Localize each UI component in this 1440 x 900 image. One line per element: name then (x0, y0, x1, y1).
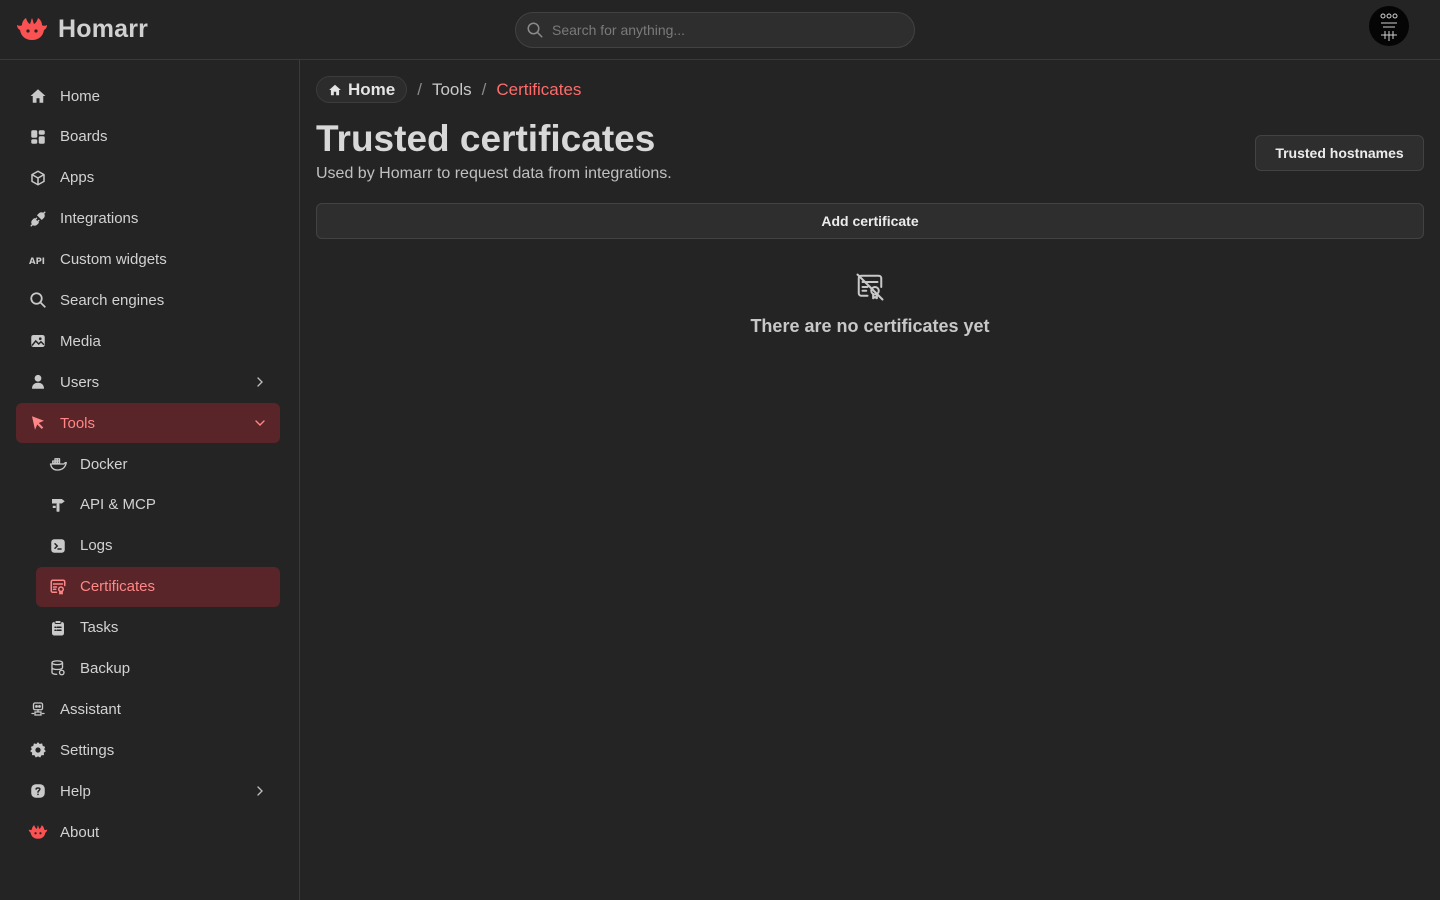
sidebar-item-label: Custom widgets (60, 251, 167, 269)
sidebar-item-label: Backup (80, 659, 131, 677)
sidebar-item-label: Home (60, 87, 101, 105)
pointer-icon (28, 413, 48, 433)
add-certificate-button[interactable]: Add certificate (316, 203, 1424, 239)
breadcrumb: Home / Tools / Certificates (316, 76, 581, 103)
empty-state-text: There are no certificates yet (750, 316, 990, 336)
chevron-right-icon (252, 374, 268, 390)
sidebar-item-label: Assistant (60, 700, 121, 718)
gear-icon (28, 740, 48, 760)
chevron-down-icon (252, 415, 268, 431)
box-icon (28, 168, 48, 188)
breadcrumb-separator: / (417, 79, 422, 99)
breadcrumb-home[interactable]: Home (316, 76, 408, 103)
sidebar-item-label: Apps (60, 169, 95, 187)
home-icon (28, 86, 48, 106)
sidebar-item-label: Certificates (80, 578, 156, 596)
search-icon (526, 21, 544, 39)
sidebar-item-label: About (60, 823, 100, 841)
sidebar-item-users[interactable]: Users (16, 362, 280, 402)
sidebar-item-label: Help (60, 782, 91, 800)
svg-text:API: API (29, 257, 45, 266)
sidebar-item-label: Integrations (60, 210, 139, 228)
api-hammer-icon (48, 495, 68, 515)
sidebar-item-label: Tools (60, 414, 96, 432)
breadcrumb-separator: / (481, 79, 487, 99)
sidebar-item-apps[interactable]: Apps (16, 158, 280, 198)
app-header: Homarr (0, 0, 1440, 60)
sidebar-item-about[interactable]: About (16, 812, 280, 852)
terminal-icon (48, 536, 68, 556)
sidebar-item-certificates[interactable]: Certificates (36, 566, 280, 607)
sidebar-item-tasks[interactable]: Tasks (36, 608, 280, 648)
plug-connected-icon (28, 209, 48, 229)
trusted-hostnames-button[interactable]: Trusted hostnames (1255, 135, 1424, 171)
sidebar-item-label: Boards (60, 128, 108, 146)
sidebar-item-label: Search engines (60, 291, 165, 309)
layout-dashboard-icon (28, 127, 48, 147)
brand-name: Homarr (58, 14, 149, 43)
chevron-right-icon (252, 783, 268, 799)
main-content: Home / Tools / Certificates Trusted cert… (300, 60, 1440, 900)
breadcrumb-tools[interactable]: Tools (432, 80, 472, 100)
photo-icon (28, 331, 48, 351)
avatar[interactable] (1369, 6, 1409, 46)
question-icon (28, 781, 48, 801)
sidebar-item-custom-widgets[interactable]: API Custom widgets (16, 240, 280, 280)
sidebar-item-docker[interactable]: Docker (36, 444, 280, 484)
breadcrumb-current: Certificates (496, 79, 582, 99)
robot-icon (28, 699, 48, 719)
page-title: Trusted certificates (316, 118, 656, 159)
search-icon (28, 290, 48, 310)
clipboard-list-icon (48, 618, 68, 638)
homarr-logo-icon (28, 822, 48, 842)
search-bar[interactable] (515, 12, 915, 48)
sidebar-item-label: Logs (80, 537, 113, 555)
sidebar-item-label: Docker (80, 455, 128, 473)
sidebar-item-boards[interactable]: Boards (16, 117, 280, 157)
page-subtitle: Used by Homarr to request data from inte… (316, 165, 672, 182)
brand[interactable]: Homarr (16, 14, 148, 44)
sidebar-item-logs[interactable]: Logs (36, 526, 280, 566)
docker-icon (48, 454, 68, 474)
user-icon (28, 372, 48, 392)
sidebar-item-label: Media (60, 332, 101, 350)
sidebar-item-label: Settings (60, 741, 115, 759)
sidebar-item-home[interactable]: Home (16, 76, 280, 116)
home-icon (328, 83, 342, 97)
sidebar-item-label: Users (60, 373, 100, 391)
sidebar-item-media[interactable]: Media (16, 321, 280, 361)
certificate-off-icon (855, 272, 885, 302)
search-input[interactable] (552, 22, 892, 38)
breadcrumb-home-label: Home (348, 79, 396, 99)
api-icon: API (28, 250, 48, 270)
sidebar: Home Boards Apps Integrations API Custom… (0, 60, 300, 900)
homarr-logo-icon (16, 16, 48, 42)
sidebar-item-settings[interactable]: Settings (16, 730, 280, 770)
sidebar-item-api-mcp[interactable]: API & MCP (36, 485, 280, 525)
database-icon (48, 658, 68, 678)
sidebar-item-integrations[interactable]: Integrations (16, 199, 280, 239)
empty-state: There are no certificates yet (316, 272, 1424, 337)
sidebar-item-help[interactable]: Help (16, 771, 280, 811)
sidebar-item-search-engines[interactable]: Search engines (16, 280, 280, 320)
sidebar-item-label: API & MCP (80, 496, 156, 514)
sidebar-item-label: Tasks (80, 619, 119, 637)
sidebar-item-assistant[interactable]: Assistant (16, 689, 280, 729)
sidebar-item-tools[interactable]: Tools (16, 403, 280, 444)
sidebar-item-backup[interactable]: Backup (36, 648, 280, 688)
certificate-icon (48, 577, 68, 597)
